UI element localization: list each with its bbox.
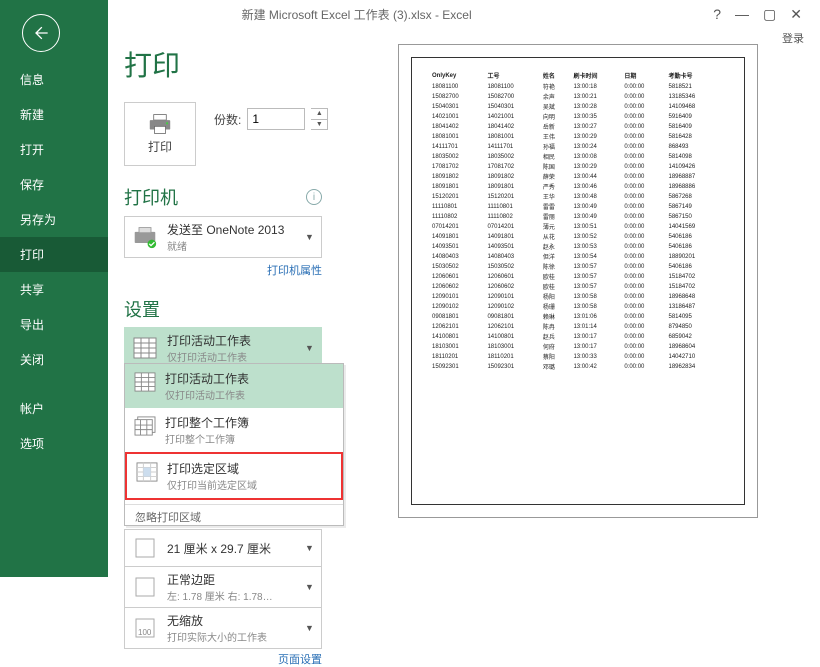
printer-properties-link[interactable]: 打印机属性: [124, 262, 322, 278]
minimize-icon[interactable]: —: [735, 6, 749, 22]
sidebar-item-close[interactable]: 关闭: [0, 342, 108, 377]
printer-status: 就绪: [167, 238, 297, 253]
worksheet-icon: [131, 334, 159, 362]
setting-row-1[interactable]: 正常边距左: 1.78 厘米 右: 1.78…▼: [124, 566, 322, 608]
sidebar-item-print[interactable]: 打印: [0, 237, 108, 272]
chevron-down-icon: ▼: [305, 543, 315, 553]
setting-icon: [131, 534, 159, 562]
chevron-down-icon: ▼: [305, 232, 315, 242]
chevron-down-icon: ▼: [305, 343, 315, 353]
printer-status-icon: [131, 223, 159, 251]
print-button[interactable]: 打印: [124, 102, 196, 166]
setting-row-0[interactable]: 21 厘米 x 29.7 厘米▼: [124, 529, 322, 567]
svg-text:100: 100: [138, 628, 152, 637]
copies-label: 份数:: [214, 111, 241, 128]
menu-opt-active-sheet[interactable]: 打印活动工作表仅打印活动工作表: [125, 364, 343, 408]
spinner-up-icon[interactable]: ▲: [311, 109, 327, 120]
close-icon[interactable]: ✕: [790, 6, 802, 23]
printer-icon: [146, 113, 174, 135]
sidebar-item-open[interactable]: 打开: [0, 132, 108, 167]
chevron-down-icon: ▼: [305, 623, 315, 633]
setting-row-2[interactable]: 100无缩放打印实际大小的工作表▼: [124, 607, 322, 649]
print-what-sub: 仅打印活动工作表: [167, 349, 297, 364]
back-button[interactable]: [22, 14, 60, 52]
setting-icon: [131, 573, 159, 601]
sidebar-item-account[interactable]: 帐户: [0, 391, 108, 426]
info-icon[interactable]: i: [306, 189, 322, 205]
printer-name: 发送至 OneNote 2013: [167, 221, 297, 238]
selection-icon: [135, 460, 159, 484]
print-what-title: 打印活动工作表: [167, 332, 297, 349]
copies-spinner[interactable]: ▲▼: [311, 108, 328, 130]
print-what-menu: 打印活动工作表仅打印活动工作表 打印整个工作簿打印整个工作簿 打印选定区域仅打印…: [124, 363, 344, 526]
spinner-down-icon[interactable]: ▼: [311, 120, 327, 130]
maximize-icon[interactable]: ▢: [763, 6, 776, 23]
print-label: 打印: [148, 138, 172, 155]
setting-icon: 100: [131, 614, 159, 642]
sidebar-item-options[interactable]: 选项: [0, 426, 108, 461]
print-preview: OnlyKey工号姓名刷卡时间日期考勤卡号1808110018081100符艳1…: [398, 44, 758, 518]
sidebar-item-export[interactable]: 导出: [0, 307, 108, 342]
chevron-down-icon: ▼: [305, 582, 315, 592]
sidebar-item-info[interactable]: 信息: [0, 62, 108, 97]
menu-opt-workbook[interactable]: 打印整个工作簿打印整个工作簿: [125, 408, 343, 452]
workbook-icon: [133, 414, 157, 438]
sidebar-item-new[interactable]: 新建: [0, 97, 108, 132]
preview-table: OnlyKey工号姓名刷卡时间日期考勤卡号1808110018081100符艳1…: [432, 71, 724, 372]
printer-dropdown[interactable]: 发送至 OneNote 2013 就绪 ▼: [124, 216, 322, 258]
copies-input[interactable]: [247, 108, 305, 130]
menu-opt-selection[interactable]: 打印选定区域仅打印当前选定区域: [125, 452, 343, 500]
worksheet-icon: [133, 370, 157, 394]
help-icon[interactable]: ?: [713, 6, 721, 22]
sidebar-item-share[interactable]: 共享: [0, 272, 108, 307]
sidebar-item-save[interactable]: 保存: [0, 167, 108, 202]
page-setup-link[interactable]: 页面设置: [124, 651, 322, 667]
sidebar-item-saveas[interactable]: 另存为: [0, 202, 108, 237]
ignore-print-area[interactable]: 忽略打印区域: [125, 509, 343, 525]
printer-heading: 打印机: [124, 184, 178, 210]
sidebar: 信息新建打开保存另存为打印共享导出关闭 帐户选项: [0, 0, 108, 577]
